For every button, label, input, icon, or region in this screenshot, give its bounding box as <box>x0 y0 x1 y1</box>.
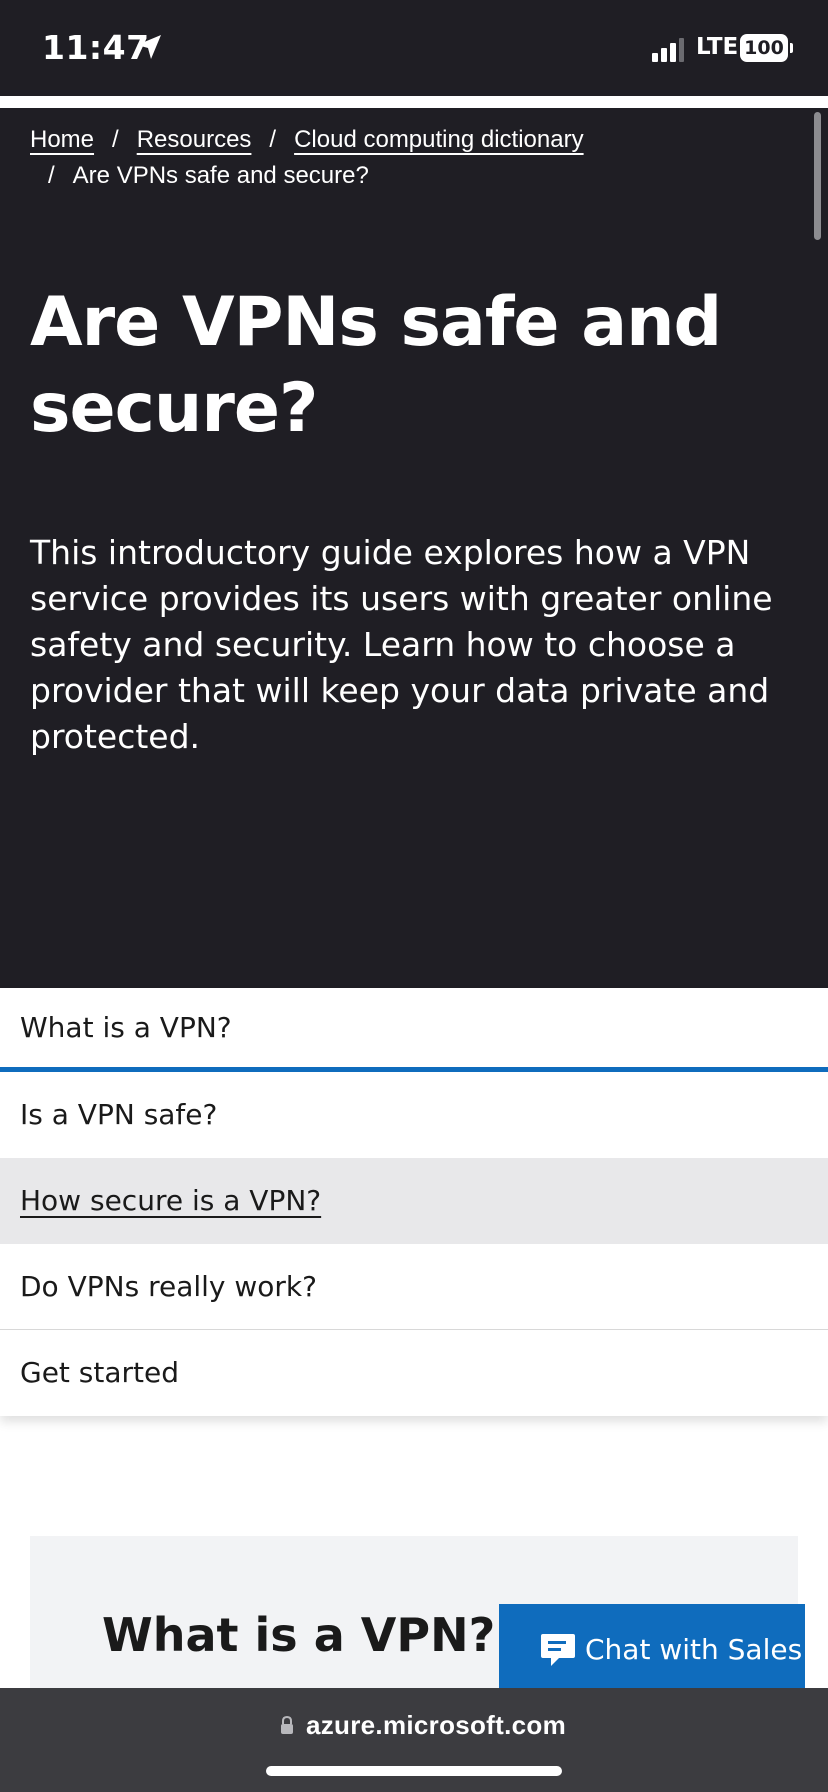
breadcrumb-separator: / <box>48 162 55 189</box>
section-heading: What is a VPN? <box>102 1608 496 1662</box>
browser-url-bar[interactable]: azure.microsoft.com <box>0 1688 828 1792</box>
breadcrumb-separator: / <box>269 126 277 153</box>
toc-item-what-is-vpn[interactable]: What is a VPN? <box>0 988 828 1072</box>
breadcrumb-home-link[interactable]: Home <box>30 126 94 153</box>
home-indicator[interactable] <box>266 1766 562 1776</box>
status-bar: 11:47 LTE 100 <box>0 0 828 96</box>
chat-button-label: Chat with Sales <box>585 1633 803 1666</box>
toc-item-how-secure[interactable]: How secure is a VPN? <box>0 1158 828 1244</box>
breadcrumb-resources-link[interactable]: Resources <box>137 126 252 153</box>
toc-item-get-started[interactable]: Get started <box>0 1330 828 1416</box>
battery-icon: 100 <box>740 34 793 62</box>
toc-item-do-vpns-work[interactable]: Do VPNs really work? <box>0 1244 828 1330</box>
scrollbar[interactable] <box>814 112 821 240</box>
page-title: Are VPNs safe and secure? <box>30 283 722 448</box>
chat-with-sales-button[interactable]: Chat with Sales <box>499 1604 805 1696</box>
divider <box>0 96 828 108</box>
location-arrow-icon <box>137 35 161 59</box>
lock-icon <box>281 1715 293 1734</box>
battery-level: 100 <box>740 34 788 62</box>
network-type: LTE <box>696 34 739 60</box>
breadcrumb-dictionary-link[interactable]: Cloud computing dictionary <box>294 126 584 153</box>
breadcrumb-current: Are VPNs safe and secure? <box>72 162 369 189</box>
breadcrumb: Home / Resources / Cloud computing dictionar… <box>30 122 770 194</box>
intro-paragraph: This introductory guide explores how a V… <box>30 533 773 756</box>
table-of-contents: What is a VPN? Is a VPN safe? How secure… <box>0 988 828 1416</box>
cellular-signal-icon <box>652 38 684 62</box>
breadcrumb-separator: / <box>112 126 119 153</box>
url-text[interactable]: azure.microsoft.com <box>306 1710 566 1741</box>
chat-bubble-icon <box>541 1634 575 1666</box>
toc-item-is-vpn-safe[interactable]: Is a VPN safe? <box>0 1072 828 1158</box>
